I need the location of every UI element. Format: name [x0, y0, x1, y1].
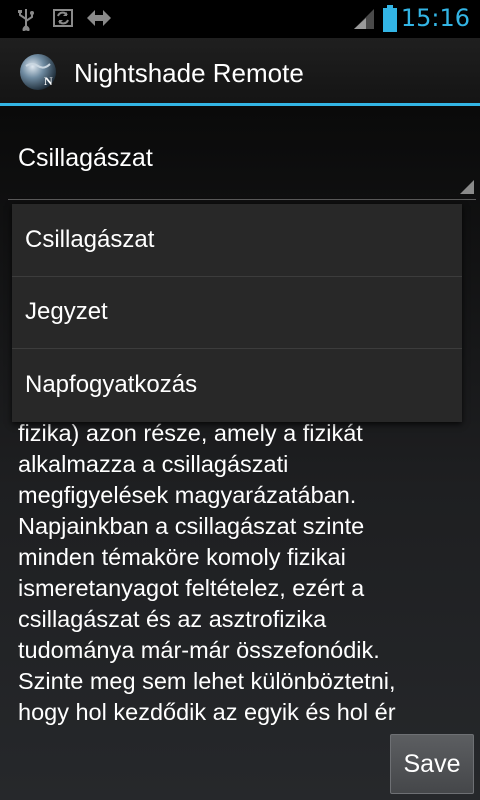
logo-letter: N [44, 74, 53, 88]
spinner-underline [8, 199, 476, 200]
action-bar: N Nightshade Remote [0, 38, 480, 106]
status-bar: 15:16 [0, 0, 480, 38]
article-line: fizika) azon része, amely a fizikát [18, 420, 363, 446]
article-line: minden témaköre komoly fizikai [18, 544, 346, 570]
article-line: alkalmazza a csillagászati [18, 451, 289, 477]
spinner-selected-value: Csillagászat [18, 144, 153, 172]
status-time: 15:16 [400, 4, 470, 32]
transfer-icon [86, 7, 112, 34]
dropdown-item-napfogyatkozas[interactable]: Napfogyatkozás [12, 349, 462, 422]
sync-icon [52, 7, 74, 34]
article-line: megfigyelések magyarázatában. [18, 482, 357, 508]
article-line: Szinte meg sem lehet különböztetni, [18, 668, 396, 694]
save-button[interactable]: Save [390, 734, 474, 794]
article-line: tudománya már-már összefonódik. [18, 637, 380, 663]
usb-icon [16, 7, 36, 36]
article-line: Napjainkban a csillagászat szinte [18, 513, 365, 539]
category-dropdown: Csillagászat Jegyzet Napfogyatkozás [12, 204, 462, 422]
article-line: csillagászat és az asztrofizika [18, 606, 327, 632]
dropdown-item-csillagaszat[interactable]: Csillagászat [12, 204, 462, 277]
article-line: ismeretanyagot feltételez, ezért a [18, 575, 365, 601]
app-title: Nightshade Remote [74, 58, 304, 88]
article-text: fizika) azon része, amely a fizikát alka… [18, 418, 464, 728]
category-spinner[interactable]: Csillagászat [8, 130, 476, 200]
dropdown-item-jegyzet[interactable]: Jegyzet [12, 277, 462, 349]
spinner-arrow-icon [460, 180, 474, 199]
battery-icon [382, 5, 398, 38]
nightshade-logo-icon[interactable]: N [18, 52, 58, 92]
article-line: hogy hol kezdődik az egyik és hol ér [18, 699, 396, 725]
signal-icon [352, 7, 376, 36]
